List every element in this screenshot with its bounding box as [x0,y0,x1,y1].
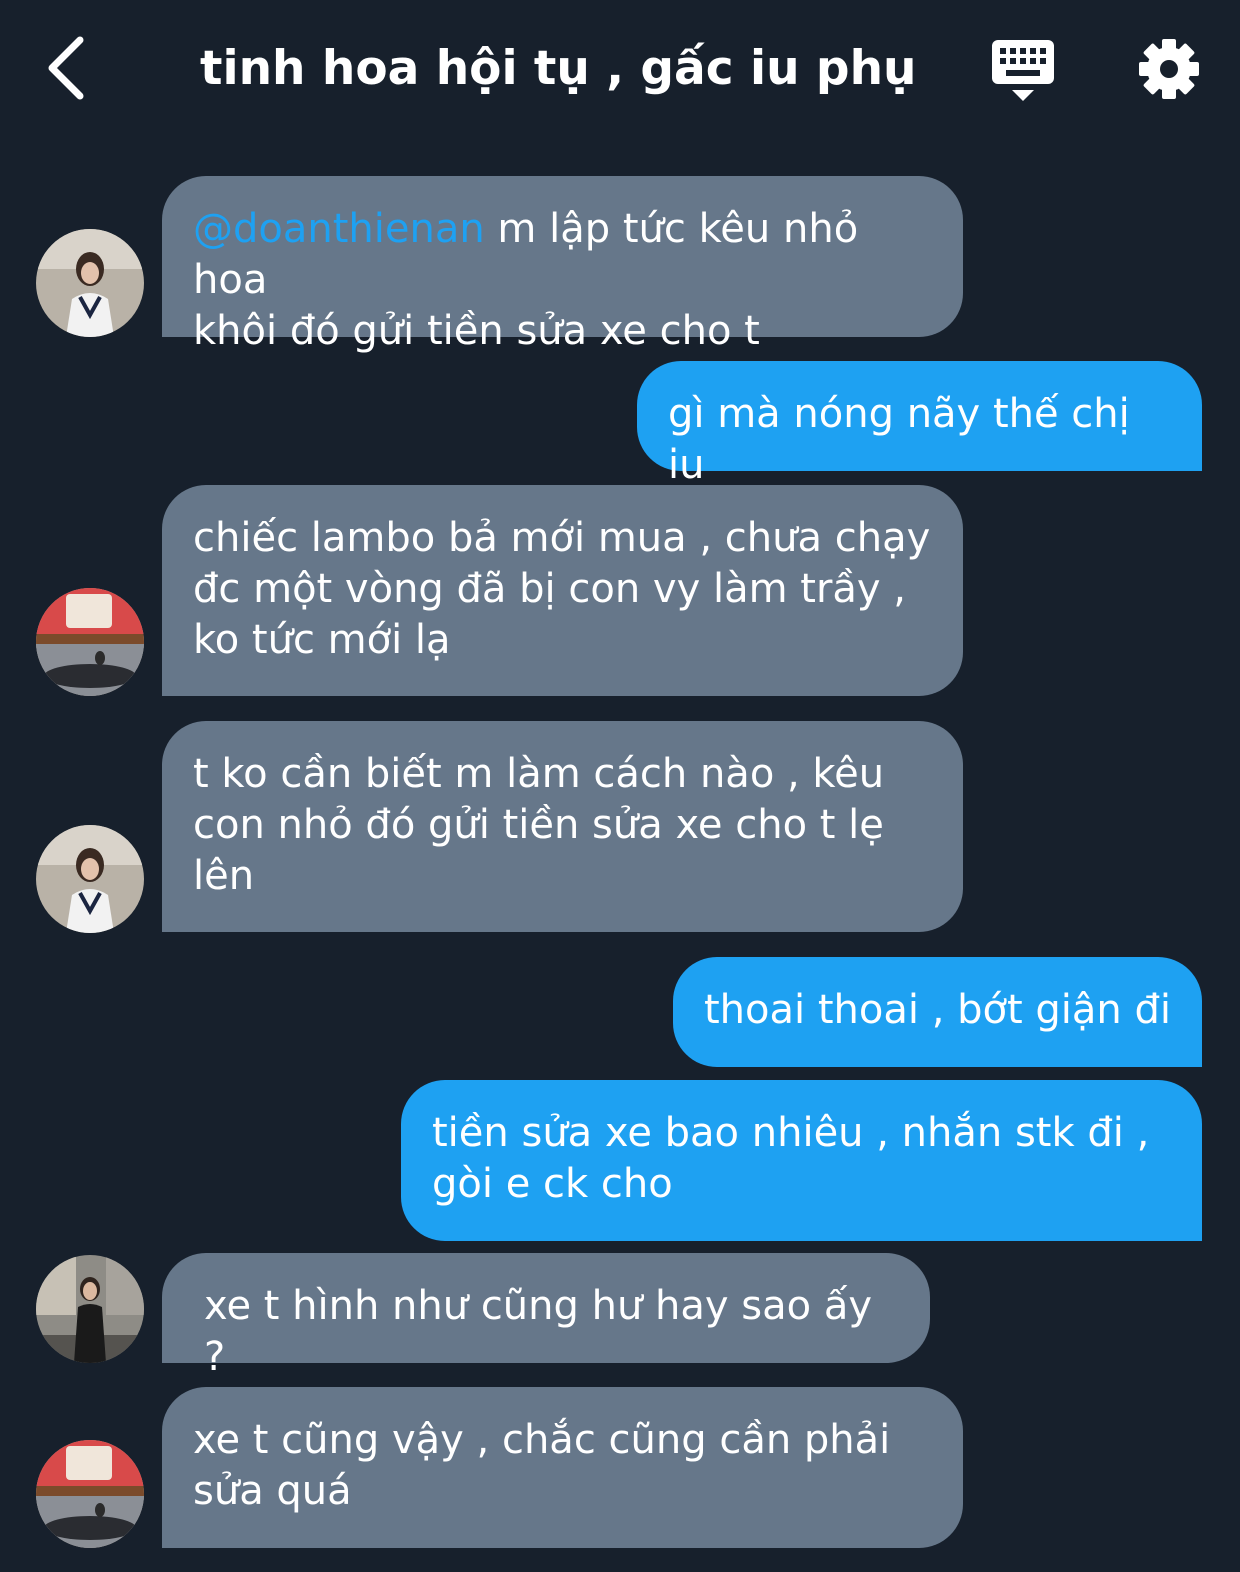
message-text: t ko cần biết m làm cách nào , kêu con n… [193,751,885,899]
avatar[interactable] [36,1440,144,1548]
avatar[interactable] [36,229,144,337]
settings-button[interactable] [1136,36,1202,102]
chevron-left-icon [48,36,84,100]
avatar[interactable] [36,1255,144,1363]
message-bubble[interactable]: xe t hình như cũng hư hay sao ấy ? [162,1253,930,1380]
user-mention[interactable]: @doanthienan [193,206,485,252]
chat-header: tinh hoa hội tụ , gấc iu phụ... [0,0,1240,140]
chat-title[interactable]: tinh hoa hội tụ , gấc iu phụ... [200,36,920,106]
message-bubble[interactable]: t ko cần biết m làm cách nào , kêu con n… [162,721,963,932]
message-bubble[interactable]: thoai thoai , bớt giận đi [673,957,1202,1067]
back-button[interactable] [40,32,100,104]
gear-icon [1139,39,1199,99]
avatar[interactable] [36,588,144,696]
message-text: tiền sửa xe bao nhiêu , nhắn stk đi , gò… [432,1110,1150,1207]
message-text: xe t cũng vậy , chắc cũng cần phải sửa q… [193,1417,891,1514]
keyboard-button[interactable] [990,38,1056,104]
message-bubble[interactable]: tiền sửa xe bao nhiêu , nhắn stk đi , gò… [401,1080,1202,1241]
avatar[interactable] [36,825,144,933]
keyboard-icon [992,40,1054,101]
message-text: gì mà nóng nãy thế chị iu [668,391,1130,488]
message-bubble[interactable]: @doanthienan m lập tức kêu nhỏ hoa khôi … [162,176,963,354]
message-text: xe t hình như cũng hư hay sao ấy ? [204,1283,873,1380]
message-text: thoai thoai , bớt giận đi [704,987,1171,1033]
message-text: chiếc lambo bả mới mua , chưa chạy đc mộ… [193,515,931,663]
message-bubble[interactable]: chiếc lambo bả mới mua , chưa chạy đc mộ… [162,485,963,696]
message-bubble[interactable]: gì mà nóng nãy thế chị iu [637,361,1202,488]
message-bubble[interactable]: xe t cũng vậy , chắc cũng cần phải sửa q… [162,1387,963,1548]
